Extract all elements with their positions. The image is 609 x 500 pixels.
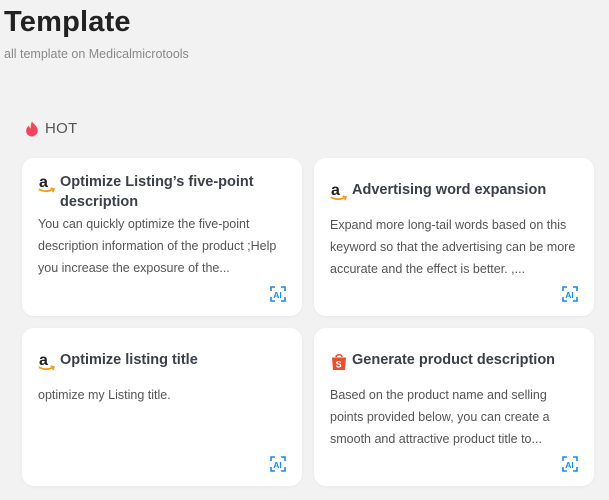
svg-text:AI: AI — [273, 290, 282, 300]
page-subtitle: all template on Medicalmicrotools — [4, 47, 189, 61]
svg-text:a: a — [39, 352, 48, 369]
flame-icon — [26, 121, 38, 136]
svg-text:AI: AI — [565, 460, 574, 470]
section-header-hot: HOT — [25, 120, 78, 137]
card-title: Optimize Listing’s five-point descriptio… — [60, 174, 254, 210]
card-description: Based on the product name and selling po… — [330, 388, 550, 446]
amazon-logo-icon: a — [38, 352, 55, 371]
card-description: Expand more long-tail words based on thi… — [330, 218, 576, 276]
svg-text:S: S — [336, 360, 342, 370]
template-card[interactable]: a Optimize listing title optimize my Lis… — [22, 328, 302, 486]
svg-text:a: a — [39, 174, 48, 191]
svg-text:AI: AI — [273, 460, 282, 470]
card-description: You can quickly optimize the five-point … — [38, 217, 277, 275]
card-title: Optimize listing title — [60, 352, 198, 368]
card-title: Advertising word expansion — [352, 182, 547, 198]
card-title: Generate product description — [352, 352, 556, 368]
ai-icon[interactable]: AI — [562, 456, 578, 472]
shopee-logo-icon: S — [332, 353, 346, 370]
template-card[interactable]: a Optimize Listing’s five-point descript… — [22, 158, 302, 316]
template-card[interactable]: a Advertising word expansion Expand more… — [314, 158, 594, 316]
ai-icon[interactable]: AI — [270, 456, 286, 472]
svg-text:a: a — [331, 182, 340, 199]
section-title: HOT — [45, 120, 78, 137]
template-card[interactable]: S Generate product description Based on … — [314, 328, 594, 486]
amazon-logo-icon: a — [38, 174, 55, 193]
ai-icon[interactable]: AI — [562, 286, 578, 302]
svg-text:AI: AI — [565, 290, 574, 300]
amazon-logo-icon: a — [330, 182, 347, 201]
ai-icon[interactable]: AI — [270, 286, 286, 302]
card-description: optimize my Listing title. — [38, 388, 171, 402]
page-title: Template — [4, 6, 131, 38]
